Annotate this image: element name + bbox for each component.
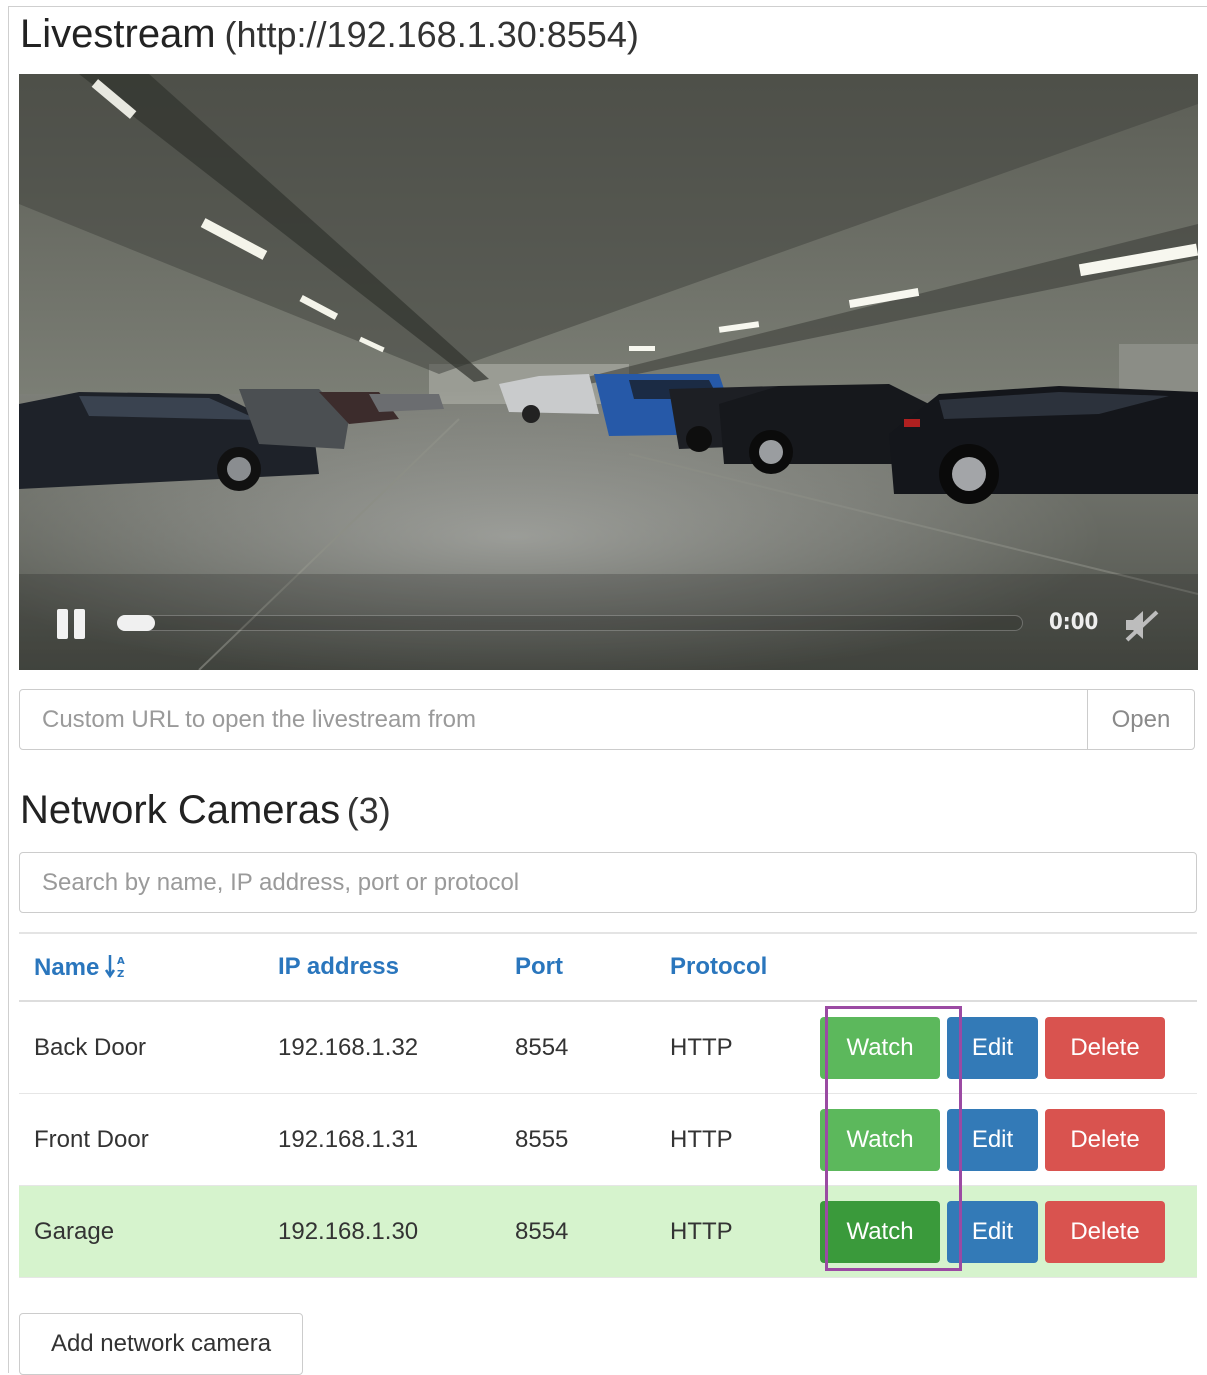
muted-speaker-icon (1125, 610, 1159, 642)
add-network-camera-button[interactable]: Add network camera (19, 1313, 303, 1375)
custom-url-input[interactable] (20, 690, 1087, 749)
column-header-ip[interactable]: IP address (263, 932, 500, 1002)
delete-button[interactable]: Delete (1045, 1016, 1165, 1079)
delete-button[interactable]: Delete (1045, 1108, 1165, 1171)
svg-text:A: A (117, 956, 125, 967)
camera-name: Garage (19, 1185, 263, 1278)
camera-ip: 192.168.1.31 (263, 1093, 500, 1186)
row-actions: Watch Edit Delete (820, 1001, 1197, 1094)
camera-name: Front Door (19, 1093, 263, 1186)
column-header-name[interactable]: Name A Z (19, 932, 263, 1002)
pause-button[interactable] (57, 609, 89, 639)
pause-icon (57, 609, 68, 639)
column-header-port[interactable]: Port (500, 932, 655, 1002)
edit-button[interactable]: Edit (947, 1200, 1038, 1263)
livestream-title: Livestream (20, 12, 216, 56)
edit-button[interactable]: Edit (947, 1016, 1038, 1079)
camera-ip: 192.168.1.32 (263, 1001, 500, 1094)
watch-button[interactable]: Watch (820, 1200, 940, 1263)
table-row: Garage 192.168.1.30 8554 HTTP Watch Edit Delet… (19, 1185, 1197, 1278)
playback-time: 0:00 (1049, 610, 1099, 635)
video-player[interactable]: 0:00 (19, 74, 1198, 670)
camera-port: 8554 (500, 1001, 655, 1094)
table-row: Back Door 192.168.1.32 8554 HTTP Watch Edit De… (19, 1001, 1197, 1094)
row-actions: Watch Edit Delete (820, 1093, 1197, 1186)
cameras-table: Name A Z IP address Port Protocol Back D… (19, 932, 1197, 1278)
seek-bar[interactable] (117, 615, 1023, 631)
camera-protocol: HTTP (655, 1093, 820, 1186)
svg-text:Z: Z (117, 969, 124, 979)
camera-search-input[interactable] (19, 852, 1197, 913)
watch-button[interactable]: Watch (820, 1016, 940, 1079)
column-header-protocol[interactable]: Protocol (655, 932, 820, 1002)
table-header-row: Name A Z IP address Port Protocol (19, 932, 1197, 1002)
sort-alpha-asc-icon: A Z (105, 954, 125, 979)
edit-button[interactable]: Edit (947, 1108, 1038, 1171)
camera-name: Back Door (19, 1001, 263, 1094)
livestream-heading: Livestream (http://192.168.1.30:8554) (20, 12, 639, 57)
camera-port: 8554 (500, 1185, 655, 1278)
camera-protocol: HTTP (655, 1185, 820, 1278)
watch-button[interactable]: Watch (820, 1108, 940, 1171)
mute-button[interactable] (1123, 608, 1159, 642)
camera-protocol: HTTP (655, 1001, 820, 1094)
camera-ip: 192.168.1.30 (263, 1185, 500, 1278)
delete-button[interactable]: Delete (1045, 1200, 1165, 1263)
custom-url-form: Open (19, 689, 1195, 750)
column-header-actions (820, 932, 1197, 1002)
table-row: Front Door 192.168.1.31 8555 HTTP Watch Edit D… (19, 1093, 1197, 1186)
camera-port: 8555 (500, 1093, 655, 1186)
cameras-heading: Network Cameras (3) (20, 788, 391, 833)
cameras-count: (3) (346, 790, 391, 831)
livestream-url: (http://192.168.1.30:8554) (224, 14, 639, 55)
video-controls: 0:00 (19, 74, 1198, 670)
open-button[interactable]: Open (1087, 690, 1194, 749)
seek-bar-fill (117, 615, 155, 631)
cameras-title: Network Cameras (20, 788, 341, 832)
row-actions: Watch Edit Delete (820, 1185, 1197, 1278)
